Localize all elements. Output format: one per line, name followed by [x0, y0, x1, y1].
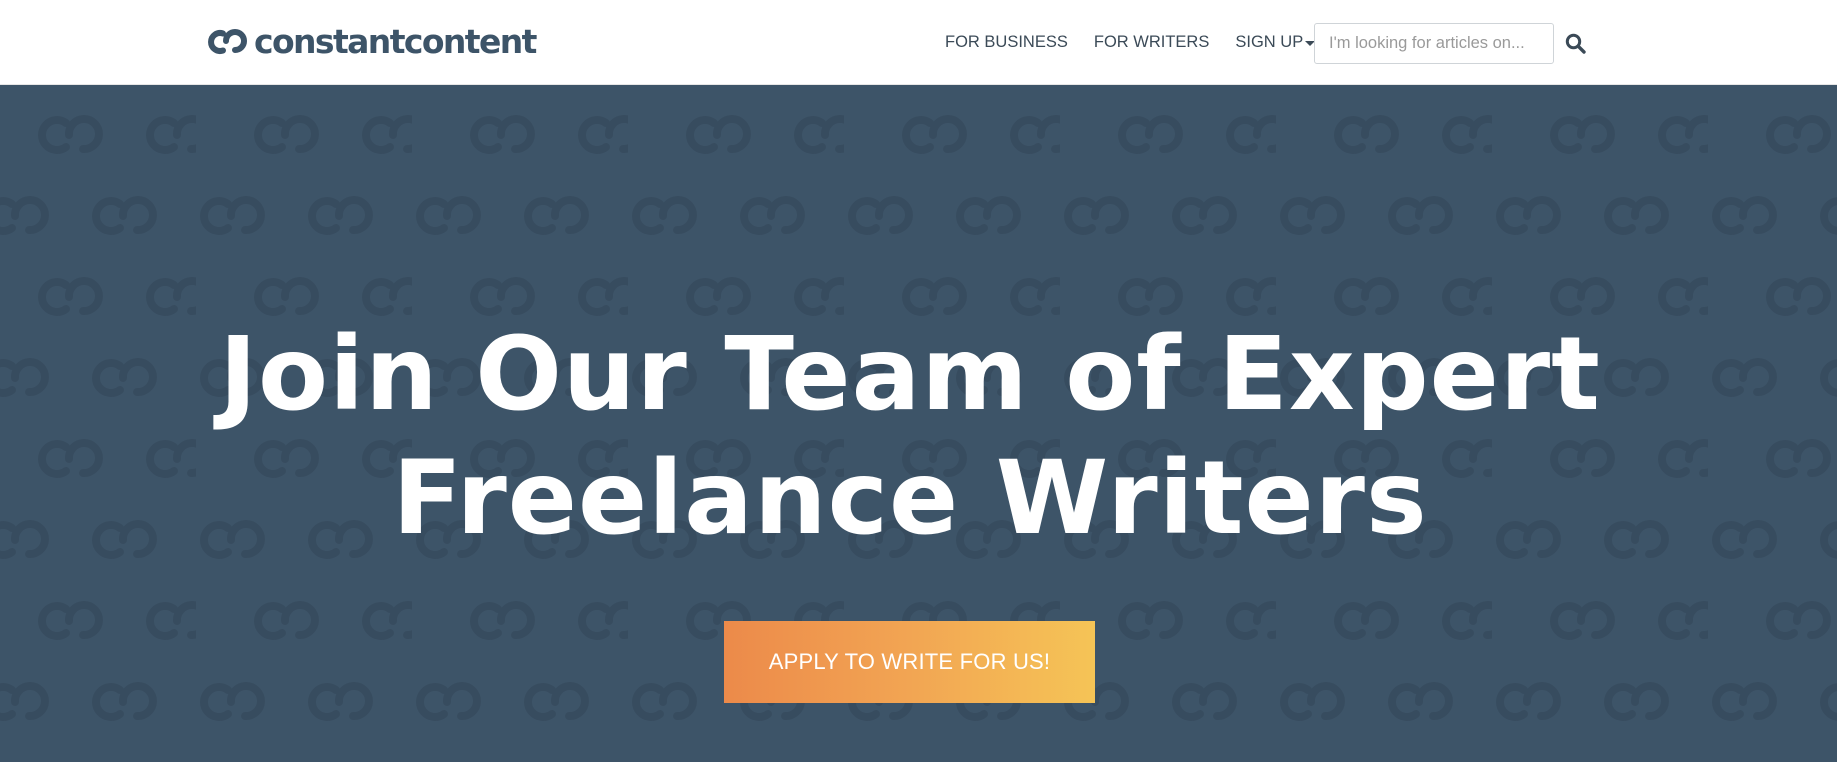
main-nav: FOR BUSINESS FOR WRITERS SIGN UP	[945, 30, 1316, 54]
linked-c-logo-icon	[208, 29, 247, 54]
nav-sign-up-label: SIGN UP	[1235, 33, 1304, 51]
top-navigation-bar: constantcontent FOR BUSINESS FOR WRITERS…	[0, 0, 1837, 85]
brand-name: constantcontent	[254, 22, 537, 61]
apply-to-write-button[interactable]: APPLY TO WRITE FOR US!	[724, 621, 1095, 703]
nav-for-writers[interactable]: FOR WRITERS	[1094, 30, 1210, 54]
hero-headline-line1: Join Our Team of Expert	[219, 315, 1601, 434]
hero-section: Join Our Team of Expert Freelance Writer…	[0, 85, 1837, 762]
hero-headline-line2: Freelance Writers	[392, 439, 1428, 558]
nav-sign-up-dropdown[interactable]: SIGN UP	[1235, 30, 1316, 54]
search-input[interactable]	[1314, 23, 1554, 64]
search-icon[interactable]	[1564, 32, 1588, 56]
hero-headline: Join Our Team of Expert Freelance Writer…	[0, 313, 1820, 561]
brand-logo[interactable]: constantcontent	[206, 22, 537, 62]
nav-for-business[interactable]: FOR BUSINESS	[945, 30, 1068, 54]
